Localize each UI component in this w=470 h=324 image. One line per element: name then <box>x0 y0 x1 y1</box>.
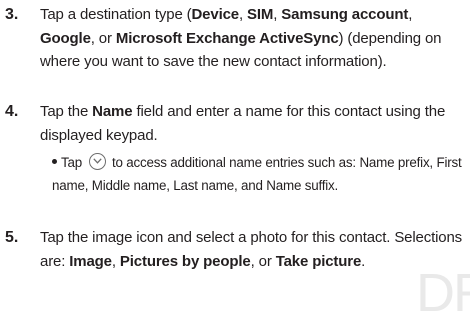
step-text: Tap a destination type (Device, SIM, Sam… <box>40 3 468 74</box>
option-exchange-activesync: Microsoft Exchange ActiveSync <box>115 29 339 47</box>
document-page: DR 3. Tap a destination type (Device, SI… <box>0 0 470 324</box>
option-samsung-account: Samsung account <box>281 6 409 23</box>
draft-watermark: DR <box>416 263 470 323</box>
step-text-run: , <box>408 6 413 23</box>
option-take-picture: Take picture <box>275 252 362 270</box>
step-text-run: , or <box>90 29 116 47</box>
step-text: Tap the Name field and enter a name for … <box>40 100 468 147</box>
step-text-run: Tap the <box>40 103 93 120</box>
option-device: Device <box>191 6 240 23</box>
step-text: Tap the image icon and select a photo fo… <box>40 226 468 273</box>
step-4-bullet: Tap to access additional name entries suc… <box>52 151 468 197</box>
field-name: Name <box>92 103 133 120</box>
step-text-run: , or <box>250 252 276 270</box>
bullet-text-run: Tap <box>61 155 82 170</box>
step-text-run: , <box>238 6 248 23</box>
bullet-marker <box>52 159 57 165</box>
option-image: Image <box>69 252 112 270</box>
step-text-run: , <box>111 252 120 270</box>
step-number: 4. <box>5 103 19 120</box>
option-google: Google <box>40 29 91 47</box>
option-sim: SIM <box>247 6 274 23</box>
step-number: 3. <box>5 6 19 23</box>
step-text-run: Tap a destination type ( <box>40 6 192 23</box>
step-number: 5. <box>5 229 19 246</box>
bullet-text-run: to access additional name entries such a… <box>52 155 462 193</box>
chevron-down-icon <box>89 153 106 171</box>
option-pictures-by-people: Pictures by people <box>119 252 251 270</box>
step-text-run: . <box>361 252 366 270</box>
